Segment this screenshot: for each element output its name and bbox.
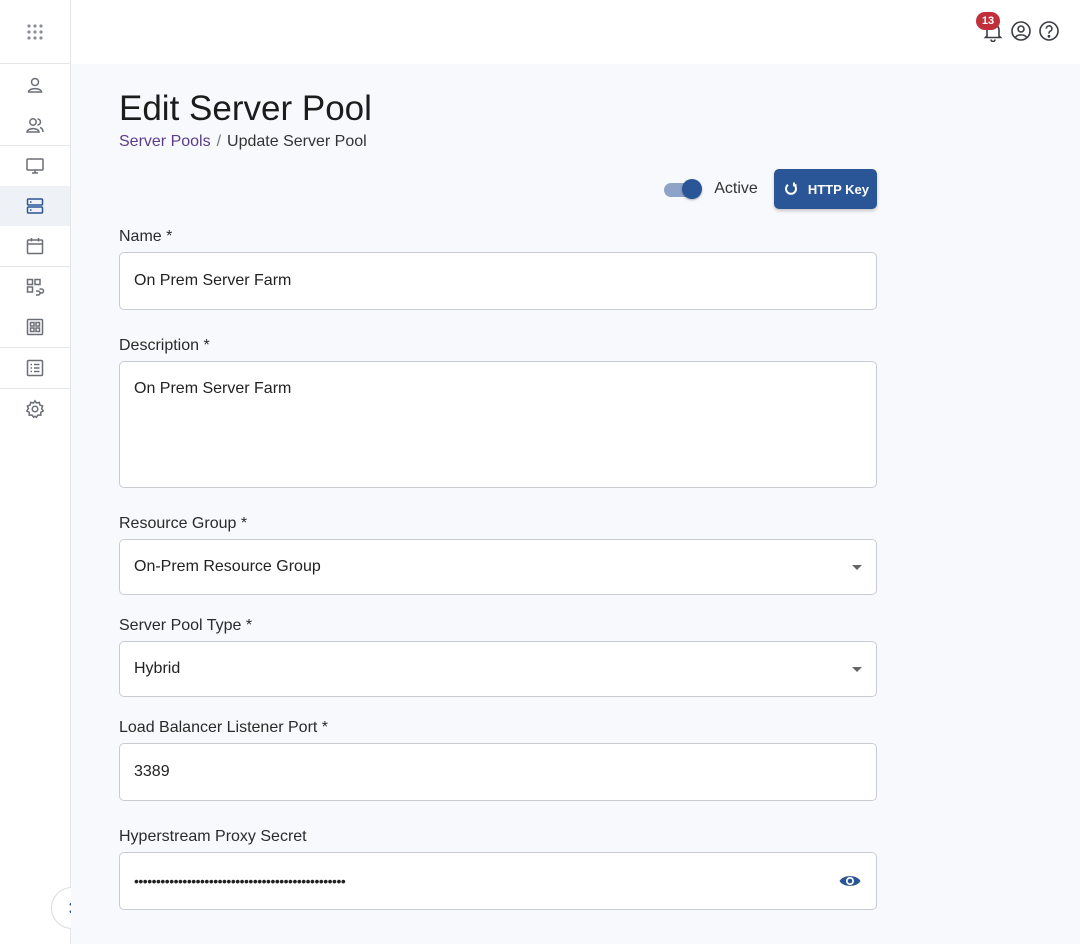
description-label: Description * xyxy=(119,337,210,354)
sidebar xyxy=(0,0,71,944)
server-pool-type-value: Hybrid xyxy=(134,660,181,677)
listener-port-input[interactable] xyxy=(119,743,877,801)
http-key-button[interactable]: HTTP Key xyxy=(773,169,877,209)
name-label: Name * xyxy=(119,228,173,245)
resource-group-select[interactable]: On-Prem Resource Group xyxy=(119,539,877,595)
help-button[interactable] xyxy=(1038,20,1060,42)
breadcrumb-current: Update Server Pool xyxy=(227,133,367,150)
account-button[interactable] xyxy=(1010,20,1032,42)
show-secret-toggle[interactable] xyxy=(838,870,862,892)
eye-icon xyxy=(839,876,861,886)
monitor-icon xyxy=(26,158,44,174)
active-toggle-label: Active xyxy=(714,180,758,197)
breadcrumb: Server Pools / Update Server Pool xyxy=(119,133,367,151)
sidebar-item-schedule[interactable] xyxy=(0,226,70,266)
sidebar-item-app-links[interactable] xyxy=(0,267,70,307)
help-icon xyxy=(1039,21,1059,41)
notification-badge: 13 xyxy=(976,12,1000,30)
sidebar-item-dashboard[interactable] xyxy=(0,307,70,347)
server-pool-type-select[interactable]: Hybrid xyxy=(119,641,877,697)
server-icon xyxy=(26,198,44,214)
app-link-icon xyxy=(26,278,45,296)
dashboard-icon xyxy=(26,318,44,336)
gear-icon xyxy=(25,399,45,419)
resource-group-value: On-Prem Resource Group xyxy=(134,558,321,575)
dropdown-arrow-icon xyxy=(852,565,862,570)
http-key-label: HTTP Key xyxy=(807,181,869,197)
proxy-secret-masked-value: ••••••••••••••••••••••••••••••••••••••••… xyxy=(134,873,346,889)
user-icon xyxy=(27,77,43,93)
sidebar-item-desktops[interactable] xyxy=(0,146,70,186)
toggle-thumb xyxy=(682,179,703,199)
sidebar-item-logs[interactable] xyxy=(0,348,70,388)
notifications-button[interactable]: 13 xyxy=(976,12,1004,43)
sidebar-item-settings[interactable] xyxy=(0,389,70,429)
server-pool-type-label: Server Pool Type * xyxy=(119,617,253,634)
topbar: 13 xyxy=(71,0,1080,64)
calendar-icon xyxy=(26,238,44,255)
breadcrumb-separator: / xyxy=(216,133,222,150)
sidebar-item-user[interactable] xyxy=(0,65,70,105)
dropdown-arrow-icon xyxy=(852,667,862,672)
refresh-icon xyxy=(784,182,797,195)
name-input[interactable] xyxy=(119,252,877,310)
sidebar-item-server-pools[interactable] xyxy=(0,186,70,226)
users-icon xyxy=(26,118,44,133)
breadcrumb-server-pools-link[interactable]: Server Pools xyxy=(119,133,211,150)
list-icon xyxy=(26,359,44,377)
resource-group-label: Resource Group * xyxy=(119,515,248,532)
proxy-secret-input[interactable]: ••••••••••••••••••••••••••••••••••••••••… xyxy=(119,852,877,910)
app-launcher[interactable] xyxy=(0,0,70,64)
description-textarea[interactable]: On Prem Server Farm xyxy=(119,361,877,488)
sidebar-item-users[interactable] xyxy=(0,105,70,145)
active-toggle[interactable] xyxy=(664,179,703,199)
listener-port-label: Load Balancer Listener Port * xyxy=(119,719,329,736)
form-actions: Active HTTP Key xyxy=(664,169,877,209)
account-circle-icon xyxy=(1011,21,1031,41)
main-content: Edit Server Pool Server Pools / Update Ser… xyxy=(71,64,1080,944)
apps-grid-icon xyxy=(27,23,43,40)
proxy-secret-label: Hyperstream Proxy Secret xyxy=(119,828,307,845)
page-title: Edit Server Pool xyxy=(119,89,372,128)
